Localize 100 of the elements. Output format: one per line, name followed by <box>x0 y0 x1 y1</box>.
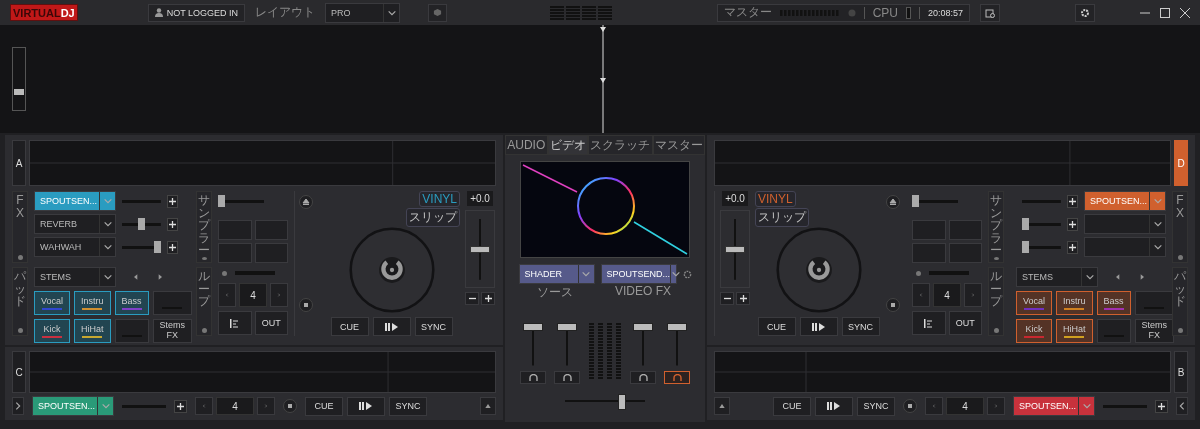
vinyl-badge[interactable]: VINYL <box>419 191 460 207</box>
slider-thumb[interactable] <box>153 241 161 253</box>
video-source-select[interactable]: SHADER <box>518 264 595 284</box>
sync-button[interactable]: SYNC <box>414 317 453 336</box>
add-button[interactable] <box>174 399 187 413</box>
add-button[interactable] <box>166 240 178 254</box>
deck-letter[interactable]: D <box>1174 140 1188 186</box>
fx-select[interactable]: SPOUTSEN... <box>1084 191 1166 211</box>
loop-out-button[interactable]: OUT <box>948 311 982 335</box>
eject-icon[interactable] <box>299 195 313 209</box>
fx-select[interactable]: REVERB <box>34 214 116 234</box>
headphone-cue-button[interactable] <box>664 371 690 384</box>
expand-button[interactable] <box>12 397 24 415</box>
pitch-up-button[interactable] <box>481 292 495 305</box>
cue-button[interactable]: CUE <box>773 396 811 416</box>
calendar-button[interactable] <box>980 3 1000 22</box>
fader-thumb[interactable] <box>667 323 687 331</box>
pitch-up-button[interactable] <box>736 292 750 305</box>
pitch-down-button[interactable] <box>720 292 734 305</box>
tab[interactable]: AUDIO <box>505 135 548 155</box>
cue-button[interactable]: CUE <box>305 396 343 416</box>
stem-pad[interactable]: Kick <box>34 319 71 343</box>
pitch-down-button[interactable] <box>465 292 479 305</box>
slider-thumb[interactable] <box>137 218 145 230</box>
video-fx-select[interactable]: SPOUTSEND... <box>600 264 677 284</box>
eject-icon[interactable] <box>886 195 900 209</box>
add-button[interactable] <box>1066 217 1078 231</box>
headphone-cue-button[interactable] <box>630 371 656 384</box>
stem-pad[interactable]: Vocal <box>34 291 71 315</box>
headphone-cue-button[interactable] <box>554 371 580 384</box>
eject-button[interactable] <box>714 397 730 415</box>
expand-button[interactable] <box>1176 397 1188 415</box>
crossfader-thumb[interactable] <box>618 394 627 410</box>
fader-thumb[interactable] <box>725 245 745 253</box>
loop-in-button[interactable] <box>912 311 946 335</box>
play-pause-button[interactable] <box>815 396 853 416</box>
stem-pad[interactable]: Vocal <box>1016 291 1053 315</box>
zoom-slider[interactable] <box>12 47 26 111</box>
vinyl-badge[interactable]: VINYL <box>755 191 796 207</box>
slider-thumb[interactable] <box>1022 241 1029 253</box>
eject-button[interactable] <box>480 397 496 415</box>
headphone-cue-button[interactable] <box>520 371 546 384</box>
stem-pad[interactable]: Instru <box>1056 291 1093 315</box>
tab[interactable]: ビデオ <box>547 135 588 155</box>
slider-thumb[interactable] <box>912 195 919 207</box>
settings-button[interactable] <box>1075 3 1095 22</box>
play-pause-button[interactable] <box>799 317 838 336</box>
sync-button[interactable]: SYNC <box>389 396 427 416</box>
tab[interactable]: マスター <box>652 135 705 155</box>
stop-icon[interactable] <box>903 399 917 413</box>
play-pause-button[interactable] <box>372 317 411 336</box>
play-pause-button[interactable] <box>347 396 385 416</box>
fader-thumb[interactable] <box>633 323 653 331</box>
fader-thumb[interactable] <box>470 245 490 253</box>
fx-select[interactable]: SPOUTSEN... <box>32 396 114 416</box>
cue-button[interactable]: CUE <box>757 317 796 336</box>
maximize-icon[interactable] <box>1160 7 1170 18</box>
fader-thumb[interactable] <box>557 323 577 331</box>
pad-mode-select[interactable]: STEMS <box>34 267 116 287</box>
add-button[interactable] <box>166 194 178 208</box>
stem-pad[interactable]: HiHat <box>1056 319 1093 343</box>
add-button[interactable] <box>1155 399 1168 413</box>
fader-thumb[interactable] <box>523 323 543 331</box>
slider-thumb[interactable] <box>218 195 225 207</box>
stop-icon[interactable] <box>886 298 900 312</box>
sync-button[interactable]: SYNC <box>857 396 895 416</box>
slip-badge[interactable]: スリップ <box>406 208 460 227</box>
deck-letter[interactable]: C <box>12 351 26 393</box>
slider-thumb[interactable] <box>14 88 24 95</box>
add-button[interactable] <box>1066 194 1078 208</box>
slip-badge[interactable]: スリップ <box>755 208 809 227</box>
login-button[interactable]: NOT LOGGED IN <box>147 3 246 22</box>
fx-select[interactable]: WAHWAH <box>34 237 116 257</box>
fx-select[interactable]: SPOUTSEN... <box>1013 396 1095 416</box>
settings-icon[interactable] <box>682 269 692 279</box>
layout-select[interactable]: PRO <box>325 2 401 23</box>
stem-pad[interactable]: Bass <box>114 291 149 315</box>
sync-button[interactable]: SYNC <box>841 317 880 336</box>
stem-pad[interactable]: Kick <box>1016 319 1053 343</box>
add-button[interactable] <box>166 217 178 231</box>
stems-fx-pad[interactable]: Stems FX <box>1134 319 1175 343</box>
stem-pad[interactable]: HiHat <box>74 319 111 343</box>
stop-icon[interactable] <box>299 298 313 312</box>
slider-thumb[interactable] <box>1022 218 1029 230</box>
tab[interactable]: スクラッチ <box>588 135 653 155</box>
pad-mode-select[interactable]: STEMS <box>1016 267 1098 287</box>
deck-letter[interactable]: A <box>12 140 26 186</box>
cue-button[interactable]: CUE <box>330 317 369 336</box>
stems-fx-pad[interactable]: Stems FX <box>152 319 193 343</box>
close-icon[interactable] <box>1180 7 1190 18</box>
loop-in-button[interactable] <box>218 311 252 335</box>
stem-pad[interactable]: Instru <box>74 291 111 315</box>
loop-out-button[interactable]: OUT <box>254 311 288 335</box>
add-button[interactable] <box>1066 240 1078 254</box>
pitch-fader[interactable] <box>720 210 750 288</box>
cube-button[interactable] <box>428 3 448 22</box>
pitch-fader[interactable] <box>465 210 495 288</box>
stop-icon[interactable] <box>283 399 297 413</box>
deck-letter[interactable]: B <box>1174 351 1188 393</box>
stem-pad[interactable]: Bass <box>1096 291 1131 315</box>
